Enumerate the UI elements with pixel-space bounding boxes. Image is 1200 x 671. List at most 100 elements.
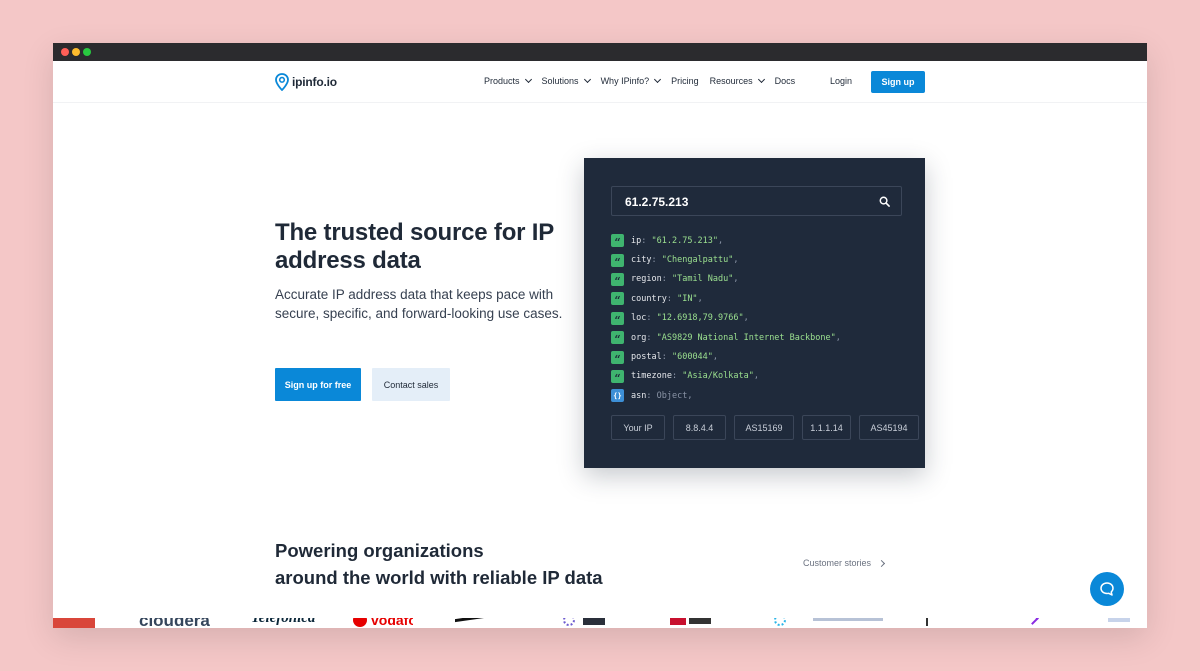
nav-item-label: Docs bbox=[774, 76, 796, 86]
logo-text: ipinfo.io bbox=[292, 75, 337, 89]
hero-title: The trusted source for IP address data bbox=[275, 219, 554, 274]
json-field-loc: “loc: "12.6918,79.9766", bbox=[611, 309, 841, 328]
signup-button[interactable]: Sign up bbox=[871, 71, 925, 93]
field-value: "61.2.75.213" bbox=[651, 235, 719, 246]
nav-item-label: Products bbox=[484, 76, 520, 86]
chip-8-8-4-4[interactable]: 8.8.4.4 bbox=[673, 415, 726, 440]
customer-logo-cloudera: cloudera bbox=[139, 618, 210, 628]
site-logo[interactable]: ipinfo.io bbox=[275, 73, 337, 91]
ip-search-input[interactable]: 61.2.75.213 bbox=[611, 186, 902, 216]
customer-logo-vodafone-mark bbox=[353, 618, 367, 627]
field-value: "Asia/Kolkata" bbox=[682, 371, 754, 382]
chip-your-ip[interactable]: Your IP bbox=[611, 415, 665, 440]
customer-logo-vodafone: vodafone bbox=[371, 618, 413, 628]
organizations-heading: Powering organizations around the world … bbox=[275, 537, 603, 591]
string-quote-icon: “ bbox=[611, 292, 624, 306]
field-key: postal bbox=[631, 352, 662, 363]
field-value: "AS9829 National Internet Backbone" bbox=[656, 332, 836, 343]
string-quote-icon: “ bbox=[611, 272, 624, 287]
json-field-ip: “ip: "61.2.75.213", bbox=[611, 231, 841, 250]
customer-logo-light-wordmark bbox=[813, 618, 883, 621]
customer-logo-strip: cloudera Telefónica vodafone bbox=[53, 618, 1147, 628]
customer-logo-telefonica: Telefónica bbox=[251, 618, 316, 626]
customer-logo-red-square bbox=[670, 618, 686, 625]
field-value: "12.6918,79.9766" bbox=[656, 313, 744, 324]
chevron-down-icon bbox=[583, 75, 591, 84]
json-field-country: “country: "IN", bbox=[611, 289, 841, 308]
link-label: Customer stories bbox=[803, 558, 872, 568]
heading-line: around the world with reliable IP data bbox=[275, 567, 603, 588]
customer-logo-snowflake bbox=[774, 618, 786, 626]
field-key: loc bbox=[631, 313, 647, 324]
nav-item-label: Pricing bbox=[671, 76, 699, 86]
ip-search-value: 61.2.75.213 bbox=[625, 195, 689, 209]
nav-item-products[interactable]: Products bbox=[484, 75, 532, 86]
customer-logo-starburst bbox=[563, 618, 575, 626]
field-key: country bbox=[631, 293, 667, 304]
field-key: org bbox=[631, 332, 647, 343]
field-value: "Tamil Nadu" bbox=[671, 274, 734, 285]
hero-subtitle: Accurate IP address data that keeps pace… bbox=[275, 287, 563, 321]
nav-item-label: Why IPinfo? bbox=[600, 76, 650, 86]
customer-logo-dark-text bbox=[689, 618, 711, 624]
top-navigation: ipinfo.io Products Solutions Why IPinfo?… bbox=[53, 61, 1147, 103]
customer-logo-purple-chevron bbox=[1026, 618, 1039, 625]
quick-lookup-chips: Your IP 8.8.4.4 AS15169 1.1.1.14 AS45194 bbox=[611, 415, 927, 440]
chip-1-1-1-14[interactable]: 1.1.1.14 bbox=[802, 415, 851, 440]
chevron-down-icon bbox=[524, 75, 532, 84]
json-response: “ip: "61.2.75.213", “city: "Chengalpattu… bbox=[611, 231, 841, 406]
field-key: timezone bbox=[631, 371, 672, 382]
string-quote-icon: “ bbox=[611, 253, 624, 268]
customer-logo-red-block bbox=[53, 618, 95, 628]
field-key: ip bbox=[631, 235, 642, 246]
contact-sales-button[interactable]: Contact sales bbox=[372, 368, 450, 401]
chip-as15169[interactable]: AS15169 bbox=[734, 415, 794, 440]
chat-support-button[interactable] bbox=[1090, 572, 1124, 606]
search-icon[interactable] bbox=[879, 196, 890, 207]
chip-as45194[interactable]: AS45194 bbox=[859, 415, 919, 440]
maximize-window-button[interactable] bbox=[83, 48, 91, 56]
json-field-city: “city: "Chengalpattu", bbox=[611, 250, 841, 269]
nav-item-resources[interactable]: Resources bbox=[709, 75, 765, 86]
field-value: "IN" bbox=[677, 293, 698, 304]
chevron-down-icon bbox=[654, 75, 662, 84]
signup-free-button[interactable]: Sign up for free bbox=[275, 368, 361, 401]
json-field-region: “region: "Tamil Nadu", bbox=[611, 270, 841, 289]
chevron-down-icon bbox=[757, 75, 765, 84]
login-link[interactable]: Login bbox=[830, 76, 852, 86]
nav-item-label: Resources bbox=[709, 76, 753, 86]
customer-logo-dark-wordmark bbox=[583, 618, 605, 625]
chat-bubble-icon bbox=[1100, 582, 1114, 596]
customer-logo-swoosh bbox=[455, 618, 513, 626]
nav-item-pricing[interactable]: Pricing bbox=[671, 76, 699, 86]
field-value: "600044" bbox=[671, 352, 713, 363]
string-quote-icon: “ bbox=[611, 331, 624, 345]
string-quote-icon: “ bbox=[611, 234, 624, 248]
string-quote-icon: “ bbox=[611, 350, 624, 365]
field-key: region bbox=[631, 274, 662, 285]
ip-lookup-panel: 61.2.75.213 “ip: "61.2.75.213", “city: "… bbox=[584, 158, 925, 468]
string-quote-icon: “ bbox=[611, 311, 624, 326]
string-quote-icon: “ bbox=[611, 369, 624, 384]
nav-item-why-ipinfo[interactable]: Why IPinfo? bbox=[600, 75, 662, 86]
field-value: "Chengalpattu" bbox=[661, 255, 734, 266]
field-key: city bbox=[631, 255, 652, 266]
chevron-right-icon bbox=[877, 559, 886, 567]
object-braces-icon: {} bbox=[611, 389, 624, 403]
nav-item-solutions[interactable]: Solutions bbox=[541, 75, 591, 86]
customer-stories-link[interactable]: Customer stories bbox=[803, 558, 886, 568]
customer-logo-faded bbox=[1108, 618, 1130, 622]
json-field-timezone: “timezone: "Asia/Kolkata", bbox=[611, 367, 841, 386]
nav-item-docs[interactable]: Docs bbox=[775, 76, 796, 86]
heading-line: Powering organizations bbox=[275, 540, 484, 561]
field-value: Object bbox=[656, 390, 688, 401]
location-pin-icon bbox=[275, 73, 289, 91]
json-field-asn[interactable]: {} asn: Object, bbox=[611, 386, 841, 405]
browser-window: ipinfo.io Products Solutions Why IPinfo?… bbox=[53, 43, 1147, 628]
close-window-button[interactable] bbox=[61, 48, 69, 56]
window-titlebar bbox=[53, 43, 1147, 61]
nav-item-label: Solutions bbox=[541, 76, 579, 86]
field-key: asn bbox=[631, 390, 647, 401]
minimize-window-button[interactable] bbox=[72, 48, 80, 56]
nav-links: Products Solutions Why IPinfo? Pricing R… bbox=[484, 75, 806, 86]
